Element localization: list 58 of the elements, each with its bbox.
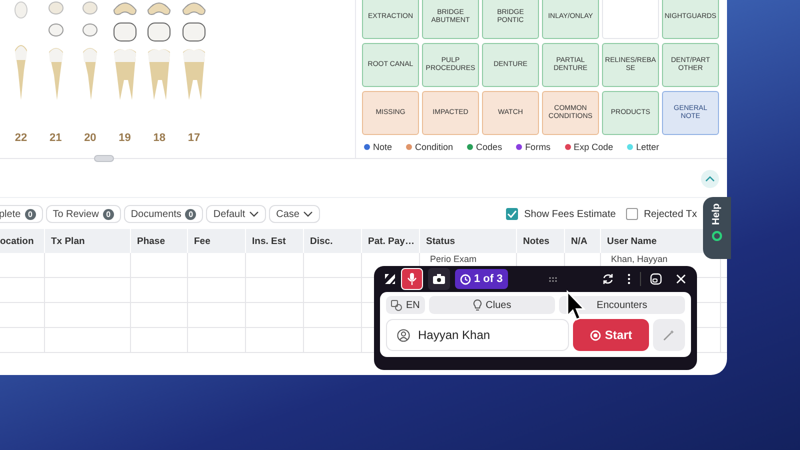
column-header: Ins. Est bbox=[246, 229, 304, 253]
language-button[interactable]: EN bbox=[386, 296, 425, 314]
microphone-button[interactable] bbox=[401, 268, 423, 290]
tooth-number[interactable]: 20 bbox=[84, 132, 96, 144]
tooth-number[interactable]: 22 bbox=[14, 132, 28, 144]
translate-icon bbox=[391, 300, 402, 310]
column-header: Phase bbox=[131, 229, 188, 253]
checkbox-label: Rejected Tx bbox=[644, 208, 697, 220]
chevron-down-icon bbox=[303, 211, 314, 217]
start-button[interactable]: Start bbox=[573, 319, 649, 351]
dropdown[interactable]: Case bbox=[269, 205, 320, 223]
checkbox-label: Show Fees Estimate bbox=[524, 208, 616, 220]
count-badge: 0 bbox=[185, 208, 196, 220]
legend-label: Note bbox=[373, 142, 392, 152]
count-badge: 0 bbox=[24, 208, 36, 220]
lightbulb-icon bbox=[472, 299, 482, 311]
microphone-icon bbox=[407, 273, 417, 285]
legend-label: Letter bbox=[636, 142, 660, 152]
column-header: Notes bbox=[517, 229, 565, 253]
legend-label: Exp Code bbox=[574, 142, 614, 152]
camera-button[interactable] bbox=[428, 268, 450, 290]
checkbox[interactable] bbox=[506, 208, 518, 220]
patient-field[interactable]: Hayyan Khan bbox=[386, 319, 569, 351]
chevron-up-icon bbox=[705, 176, 715, 182]
column-header: N/A bbox=[565, 229, 601, 253]
legend-label: Forms bbox=[525, 142, 551, 152]
resize-handle[interactable] bbox=[94, 155, 114, 162]
legend-label: Condition bbox=[415, 142, 454, 152]
dropdown[interactable]: Default bbox=[206, 205, 266, 223]
logo-icon bbox=[384, 273, 396, 285]
drag-grip-icon bbox=[548, 276, 557, 282]
tooth-number[interactable]: 17 bbox=[188, 132, 200, 144]
collapse-button[interactable] bbox=[701, 170, 719, 188]
tab[interactable]: Clues bbox=[428, 296, 555, 314]
person-icon bbox=[397, 328, 410, 342]
chevron-down-icon bbox=[249, 211, 260, 217]
column-header: ocation bbox=[0, 229, 45, 253]
tooth-number[interactable]: 21 bbox=[49, 132, 62, 144]
legend-label: Codes bbox=[476, 142, 502, 152]
help-tab[interactable]: Help bbox=[703, 197, 731, 259]
record-icon bbox=[590, 330, 601, 340]
column-header: Status bbox=[420, 229, 517, 253]
camera-icon bbox=[433, 274, 445, 284]
checkbox[interactable] bbox=[626, 208, 638, 220]
column-header: Tx Plan bbox=[45, 229, 131, 253]
session-counter: 1 of 3 bbox=[455, 269, 508, 289]
ring-icon bbox=[712, 231, 722, 241]
count-badge: 0 bbox=[102, 208, 114, 220]
column-header: Fee bbox=[188, 229, 246, 253]
tooth-number[interactable]: 19 bbox=[118, 132, 131, 144]
column-header: Disc. bbox=[304, 229, 362, 253]
tab[interactable]: Encounters bbox=[558, 296, 685, 314]
filter-chip[interactable]: To Review 0 bbox=[46, 205, 121, 223]
column-header: Pat. Pay… bbox=[362, 229, 420, 253]
filter-chip[interactable]: plete 0 bbox=[0, 205, 43, 223]
clock-icon bbox=[460, 274, 471, 284]
tooth-number[interactable]: 18 bbox=[153, 132, 166, 144]
filter-chip[interactable]: Documents 0 bbox=[124, 205, 204, 223]
